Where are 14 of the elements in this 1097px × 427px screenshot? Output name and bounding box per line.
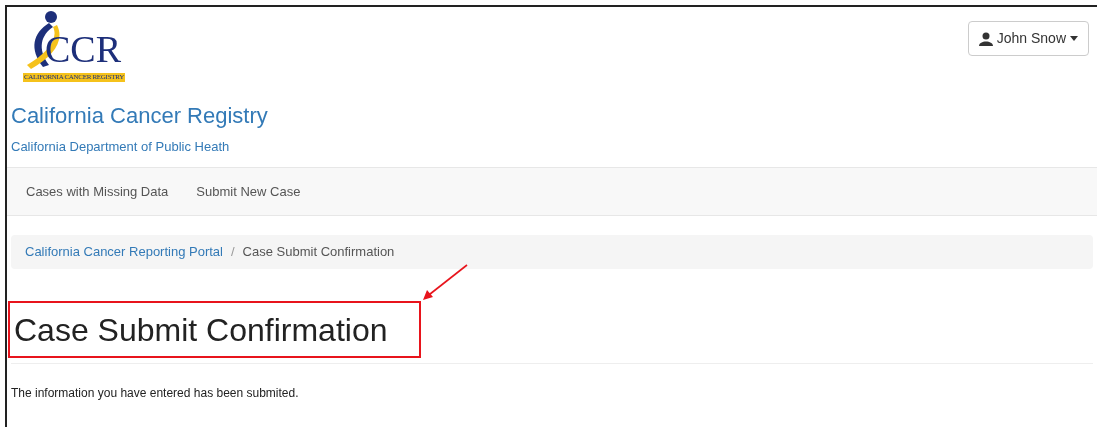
- breadcrumb-current: Case Submit Confirmation: [242, 243, 395, 262]
- user-menu-button[interactable]: John Snow: [967, 21, 1089, 56]
- logo-letters: CCR: [45, 29, 122, 69]
- caret-icon: [1070, 36, 1078, 41]
- nav-link[interactable]: Submit New Case: [182, 181, 315, 202]
- page-heading: Case Submit Confirmation: [14, 310, 388, 350]
- confirmation-message: The information you have entered has been submited.: [10, 385, 300, 402]
- breadcrumb-separator: /: [230, 243, 236, 262]
- user-icon: [978, 31, 993, 46]
- nav-link[interactable]: Cases with Missing Data: [12, 181, 183, 202]
- annotation-arrow: [420, 263, 470, 301]
- breadcrumb-link[interactable]: California Cancer Reporting Portal: [25, 242, 223, 262]
- brand-title[interactable]: California Cancer Registry: [11, 103, 1093, 129]
- brand-subtitle[interactable]: California Department of Public Heath: [11, 139, 1093, 155]
